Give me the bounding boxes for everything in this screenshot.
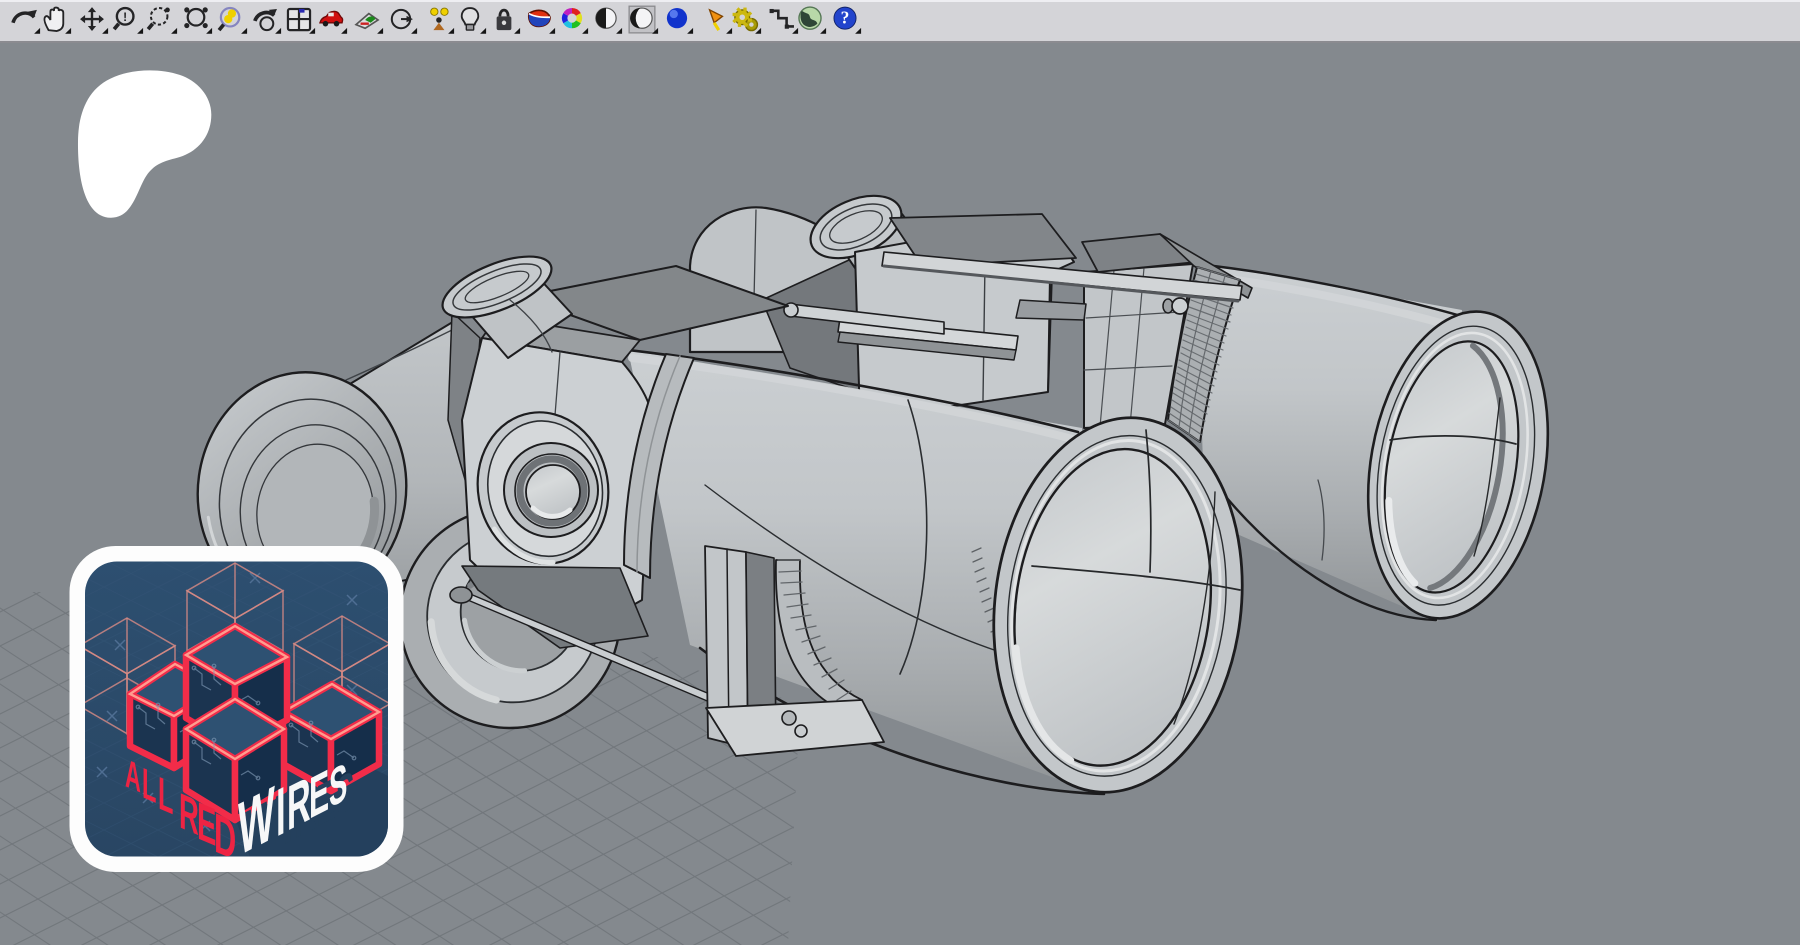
svg-text:A: A	[125, 750, 141, 802]
svg-text:R: R	[287, 762, 311, 845]
svg-text:I: I	[276, 771, 286, 852]
svg-text:?: ?	[841, 8, 850, 28]
svg-text:L: L	[142, 758, 156, 813]
svg-text:!: !	[123, 10, 127, 24]
svg-text:E: E	[309, 757, 329, 832]
svg-text:L: L	[158, 768, 173, 826]
svg-text:R: R	[179, 782, 199, 846]
svg-text:S: S	[329, 752, 347, 820]
